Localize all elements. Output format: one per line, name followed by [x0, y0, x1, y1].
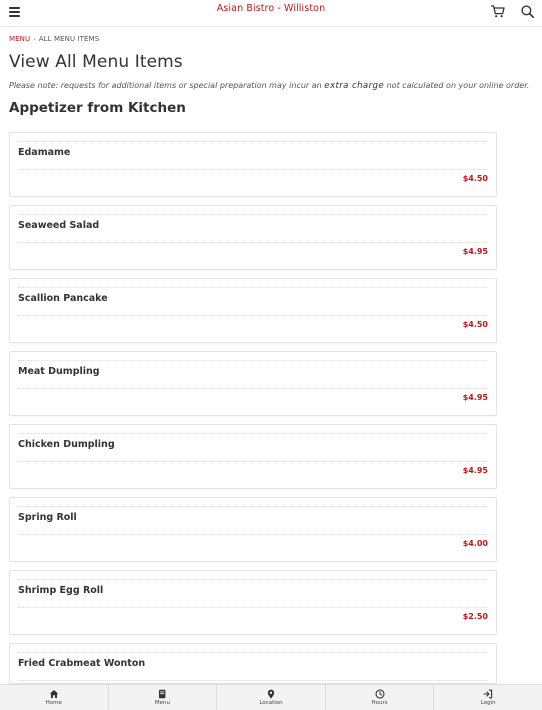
menu-item-price: $4.95 — [462, 247, 488, 256]
divider — [18, 506, 488, 507]
menu-item-price: $4.50 — [462, 320, 488, 329]
map-pin-icon — [267, 689, 275, 699]
bottom-nav: Home Menu Location Hours Login — [0, 684, 542, 710]
divider — [18, 388, 488, 389]
nav-home[interactable]: Home — [0, 685, 109, 710]
menu-item-price: $4.95 — [462, 466, 488, 475]
menu-item-card[interactable]: Shrimp Egg Roll $2.50 — [9, 570, 497, 635]
divider — [18, 360, 488, 361]
menu-item-card[interactable]: Scallion Pancake $4.50 — [9, 278, 497, 343]
divider — [18, 433, 488, 434]
menu-item-name: Shrimp Egg Roll — [18, 585, 104, 596]
menu-item-name: Meat Dumpling — [18, 366, 100, 377]
menu-item-price: $4.95 — [462, 393, 488, 402]
menu-item-card[interactable]: Fried Crabmeat Wonton — [9, 643, 497, 684]
section-title: Appetizer from Kitchen — [9, 100, 186, 116]
home-icon — [49, 690, 58, 698]
menu-item-name: Scallion Pancake — [18, 293, 108, 304]
breadcrumb-separator: › — [33, 36, 36, 43]
note-emphasis: extra charge — [324, 81, 385, 91]
nav-menu[interactable]: Menu — [109, 685, 218, 710]
menu-item-name: Chicken Dumpling — [18, 439, 115, 450]
nav-hours[interactable]: Hours — [326, 685, 435, 710]
order-note: Please note: requests for additional ite… — [9, 81, 529, 91]
divider — [18, 169, 488, 170]
divider — [18, 315, 488, 316]
note-prefix: Please note: requests for additional ite… — [9, 81, 322, 90]
divider — [18, 461, 488, 462]
menu-item-price: $4.00 — [462, 539, 488, 548]
menu-item-name: Fried Crabmeat Wonton — [18, 658, 146, 669]
menu-item-price: $4.50 — [462, 174, 488, 183]
search-icon[interactable] — [521, 5, 534, 18]
breadcrumb-current: ALL MENU ITEMS — [38, 35, 100, 43]
top-bar: Asian Bistro - Williston — [0, 0, 542, 27]
breadcrumb-menu-link[interactable]: MENU — [9, 35, 30, 43]
cart-icon[interactable] — [491, 5, 505, 18]
nav-label: Home — [45, 700, 62, 706]
nav-label: Login — [480, 700, 496, 706]
clock-icon — [375, 689, 385, 699]
nav-label: Location — [259, 700, 283, 706]
menu-item-name: Spring Roll — [18, 512, 77, 523]
menu-item-card[interactable]: Chicken Dumpling $4.95 — [9, 424, 497, 489]
menu-item-name: Edamame — [18, 147, 71, 158]
divider — [18, 287, 488, 288]
menu-item-card[interactable]: Edamame $4.50 — [9, 132, 497, 197]
nav-label: Menu — [154, 700, 170, 706]
note-suffix: not calculated on your online order. — [386, 81, 530, 90]
breadcrumb: MENU › ALL MENU ITEMS — [9, 35, 99, 43]
restaurant-title[interactable]: Asian Bistro - Williston — [0, 3, 542, 14]
nav-location[interactable]: Location — [217, 685, 326, 710]
menu-item-price: $2.50 — [462, 612, 488, 621]
divider — [18, 214, 488, 215]
divider — [18, 141, 488, 142]
menu-item-card[interactable]: Meat Dumpling $4.95 — [9, 351, 497, 416]
nav-label: Hours — [371, 700, 388, 706]
login-icon — [483, 689, 493, 699]
menu-item-card[interactable]: Seaweed Salad $4.95 — [9, 205, 497, 270]
menu-item-name: Seaweed Salad — [18, 220, 100, 231]
menu-item-card[interactable]: Spring Roll $4.00 — [9, 497, 497, 562]
page-title: View All Menu Items — [9, 52, 183, 72]
book-icon — [159, 689, 166, 699]
nav-login[interactable]: Login — [434, 685, 542, 710]
divider — [18, 652, 488, 653]
divider — [18, 680, 488, 681]
divider — [18, 579, 488, 580]
divider — [18, 534, 488, 535]
divider — [18, 607, 488, 608]
divider — [18, 242, 488, 243]
